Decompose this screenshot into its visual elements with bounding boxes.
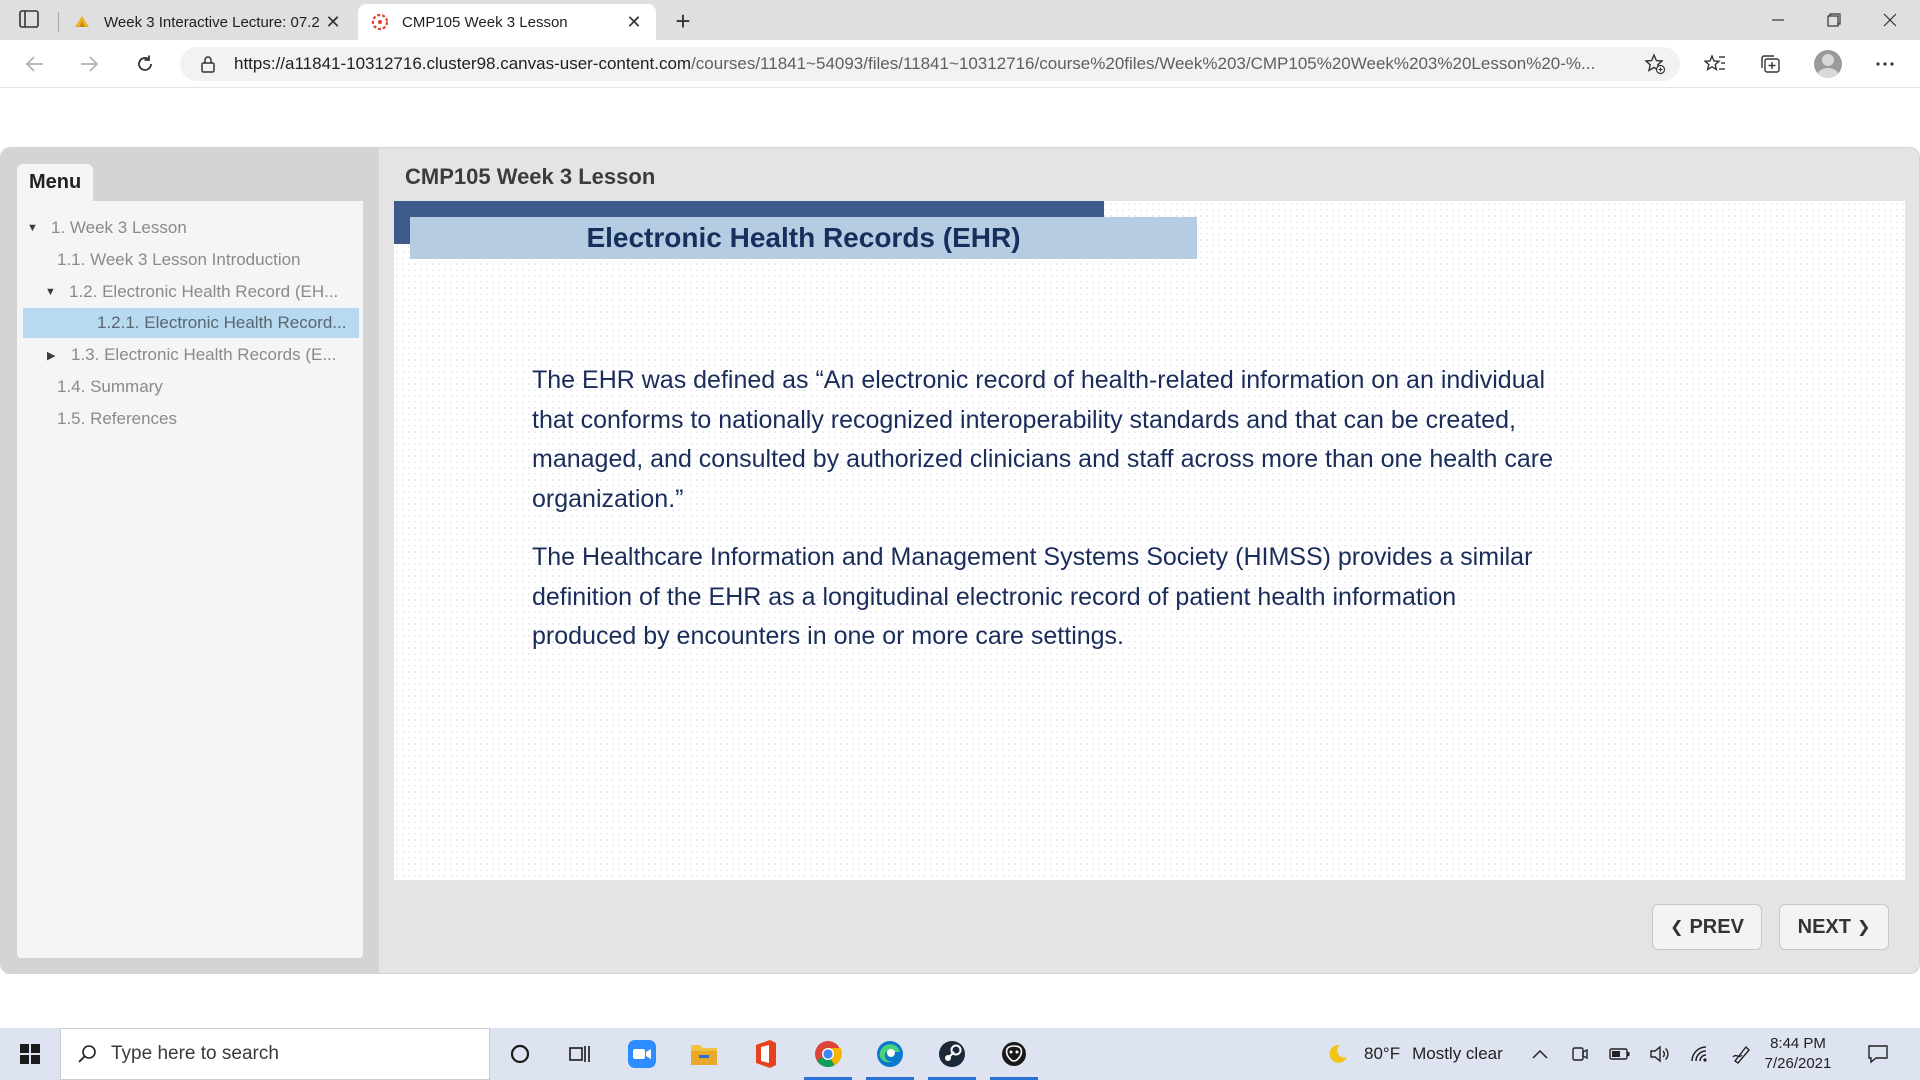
caret-down-icon[interactable]: ▼ (27, 222, 43, 234)
cortana-icon[interactable] (492, 1028, 548, 1080)
weather-moon-icon[interactable] (1326, 1042, 1350, 1066)
canvas-favicon-icon (370, 12, 390, 32)
weather-condition: Mostly clear (1412, 1044, 1503, 1063)
chevron-up-icon[interactable] (1528, 1042, 1552, 1066)
taskbar-search[interactable]: Type here to search (60, 1028, 490, 1080)
battery-icon[interactable] (1608, 1042, 1632, 1066)
paragraph-ehr-definition: The EHR was defined as “An electronic re… (532, 366, 1554, 513)
clock-time: 8:44 PM (1770, 1035, 1826, 1052)
heading-banner-accent (394, 201, 1104, 244)
volume-icon[interactable] (1648, 1042, 1672, 1066)
windows-start-icon[interactable] (0, 1028, 60, 1080)
close-tab-icon[interactable]: ✕ (323, 12, 343, 32)
caret-right-icon[interactable]: ▶ (47, 349, 63, 362)
back-icon[interactable] (18, 48, 52, 80)
tab-separator (58, 12, 59, 32)
minimize-icon[interactable] (1750, 0, 1806, 40)
address-bar[interactable]: https://a11841-10312716.cluster98.canvas… (180, 47, 1680, 81)
tab-actions-icon[interactable] (18, 9, 42, 31)
game-launcher-icon[interactable] (986, 1028, 1042, 1080)
notifications-icon[interactable] (1866, 1042, 1890, 1066)
tab-title: CMP105 Week 3 Lesson (402, 13, 568, 31)
browser-tab-strip: Week 3 Interactive Lecture: 07.2 ✕ CMP10… (0, 0, 1920, 40)
lesson-player: Menu ▼ 1. Week 3 Lesson 1.1. Week 3 Less… (0, 147, 1920, 974)
menu-item-label: 1.2.1. Electronic Health Record... (97, 313, 347, 332)
wifi-icon[interactable] (1688, 1042, 1712, 1066)
office-icon[interactable] (738, 1028, 794, 1080)
menu-panel: ▼ 1. Week 3 Lesson 1.1. Week 3 Lesson In… (17, 201, 363, 958)
menu-item-ehr-1-2-1[interactable]: 1.2.1. Electronic Health Record... (23, 308, 359, 338)
menu-item-introduction[interactable]: 1.1. Week 3 Lesson Introduction (49, 245, 357, 275)
favorites-icon[interactable] (1698, 48, 1732, 80)
url-path: /courses/11841~54093/files/11841~1031271… (691, 54, 1596, 73)
zoom-icon[interactable] (614, 1028, 670, 1080)
menu-tab[interactable]: Menu (17, 164, 93, 201)
menu-item-label: 1.2. Electronic Health Record (EH... (69, 282, 339, 301)
search-placeholder: Type here to search (111, 1043, 279, 1064)
refresh-icon[interactable] (128, 48, 162, 80)
menu-item-label: 1.3. Electronic Health Records (E... (71, 345, 337, 364)
menu-item-ehr-1-3[interactable]: ▶ 1.3. Electronic Health Records (E... (47, 340, 357, 370)
steam-icon[interactable] (924, 1028, 980, 1080)
weather-widget[interactable]: 80°F Mostly clear (1364, 1028, 1503, 1080)
chrome-icon[interactable] (800, 1028, 856, 1080)
lesson-title: CMP105 Week 3 Lesson (405, 164, 656, 189)
profile-avatar[interactable] (1814, 50, 1842, 78)
taskbar: Type here to search 80°F Mostly clear 8:… (0, 1028, 1920, 1080)
pen-workspace-icon[interactable] (1730, 1042, 1754, 1066)
caret-down-icon[interactable]: ▼ (45, 286, 61, 298)
menu-item-label: 1.4. Summary (57, 377, 163, 396)
menu-item-references[interactable]: 1.5. References (49, 404, 357, 434)
browser-toolbar: https://a11841-10312716.cluster98.canvas… (0, 40, 1920, 88)
menu-item-label: 1.1. Week 3 Lesson Introduction (57, 250, 301, 269)
heading-banner: Electronic Health Records (EHR) (410, 217, 1197, 259)
clock[interactable]: 8:44 PM 7/26/2021 (1760, 1034, 1836, 1074)
close-window-icon[interactable] (1862, 0, 1918, 40)
next-button[interactable]: NEXT ❯ (1779, 904, 1889, 950)
tab-title: Week 3 Interactive Lecture: 07.2 (104, 13, 320, 31)
slide-body: The EHR was defined as “An electronic re… (532, 361, 1567, 676)
lecture-favicon-icon (72, 12, 92, 32)
restore-icon[interactable] (1806, 0, 1862, 40)
search-icon (77, 1044, 97, 1064)
menu-item-summary[interactable]: 1.4. Summary (49, 372, 357, 402)
meet-now-icon[interactable] (1568, 1042, 1592, 1066)
next-label: NEXT (1797, 915, 1851, 938)
menu-sidebar: Menu ▼ 1. Week 3 Lesson 1.1. Week 3 Less… (1, 148, 379, 973)
clock-date: 7/26/2021 (1764, 1055, 1832, 1072)
slide-heading: Electronic Health Records (EHR) (586, 222, 1021, 253)
slide-content: Electronic Health Records (EHR) The EHR … (394, 201, 1905, 880)
edge-icon[interactable] (862, 1028, 918, 1080)
close-tab-icon[interactable]: ✕ (624, 12, 644, 32)
forward-icon[interactable] (72, 48, 106, 80)
tab-lecture[interactable]: Week 3 Interactive Lecture: 07.2 ✕ (60, 4, 355, 40)
chevron-left-icon: ❮ (1670, 919, 1684, 936)
paragraph-himss-definition: The Healthcare Information and Managemen… (532, 543, 1533, 650)
menu-item-label: 1.5. References (57, 409, 178, 428)
new-tab-icon[interactable]: + (668, 6, 698, 36)
lock-icon[interactable] (198, 55, 218, 73)
more-options-icon[interactable] (1868, 48, 1902, 80)
add-favorite-icon[interactable] (1638, 48, 1672, 80)
url-host: https://a11841-10312716.cluster98.canvas… (234, 54, 692, 73)
collections-icon[interactable] (1753, 48, 1787, 80)
tab-lesson[interactable]: CMP105 Week 3 Lesson ✕ (358, 4, 656, 40)
prev-button[interactable]: ❮ PREV (1652, 904, 1762, 950)
file-explorer-icon[interactable] (676, 1028, 732, 1080)
menu-item-ehr-1-2[interactable]: ▼ 1.2. Electronic Health Record (EH... (45, 277, 357, 307)
menu-item-week3-lesson[interactable]: ▼ 1. Week 3 Lesson (27, 213, 357, 243)
menu-item-label: 1. Week 3 Lesson (51, 218, 187, 237)
chevron-right-icon: ❯ (1856, 919, 1871, 936)
url-text: https://a11841-10312716.cluster98.canvas… (234, 54, 1664, 74)
prev-label: PREV (1689, 915, 1744, 938)
weather-temp: 80°F (1364, 1044, 1401, 1063)
task-view-icon[interactable] (552, 1028, 608, 1080)
